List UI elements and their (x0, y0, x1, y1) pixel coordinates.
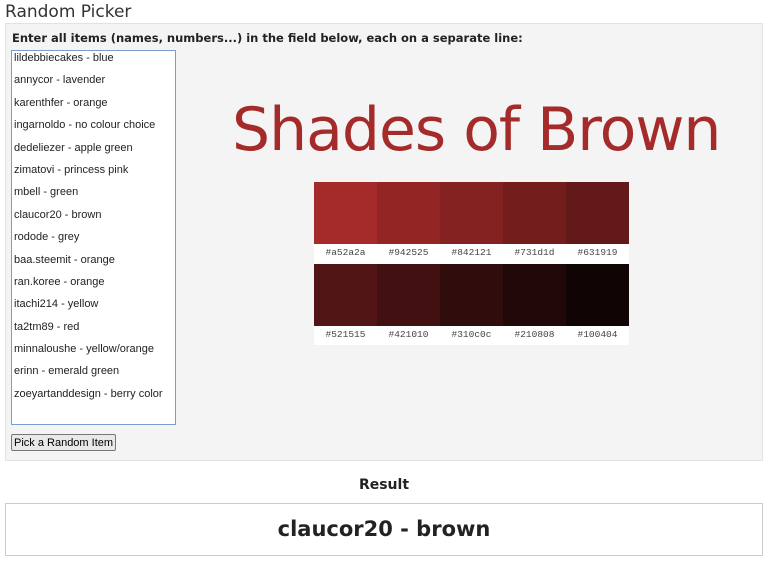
swatch: #631919 (566, 182, 629, 262)
swatch-hex: #100404 (577, 329, 618, 340)
swatch-color (440, 264, 503, 326)
swatch: #210808 (503, 264, 566, 344)
item-line: dedeliezer - apple green (14, 141, 133, 154)
swatch-hex: #731d1d (514, 247, 555, 258)
item-line: ingarnoldo - no colour choice (14, 119, 156, 132)
item-line: itachi214 - yellow (14, 298, 99, 311)
instructions-label: Enter all items (names, numbers...) in t… (12, 31, 523, 45)
result-label: Result (358, 477, 410, 493)
swatch-hex: #421010 (388, 329, 429, 340)
swatch-color (377, 182, 440, 244)
item-line: zimatovi - princess pink (14, 163, 129, 176)
image-heading: Shades of Brown (232, 95, 721, 165)
item-line: claucor20 - brown (14, 208, 102, 221)
item-line: zoeyartanddesign - berry color (14, 387, 163, 400)
swatch-color (314, 264, 377, 326)
item-line: ran.koree - orange (14, 275, 105, 288)
swatch: #310c0c (440, 264, 503, 344)
swatch-color (503, 264, 566, 326)
item-line: annycor - lavender (14, 74, 106, 87)
item-line: baa.steemit - orange (14, 253, 115, 266)
swatch: #421010 (377, 264, 440, 344)
swatch-color (566, 264, 629, 326)
item-line: rodode - grey (14, 231, 80, 244)
color-swatches: #a52a2a #942525 #842121 #731d1d #631919 #5215… (314, 182, 629, 345)
swatch-hex: #942525 (388, 247, 429, 258)
swatch-row: #a52a2a #942525 #842121 #731d1d #631919 (314, 182, 629, 262)
swatch: #942525 (377, 182, 440, 262)
swatch-color (377, 264, 440, 326)
item-line: karenthfer - orange (14, 96, 108, 109)
item-line: mbell - green (14, 186, 79, 199)
swatch: #a52a2a (314, 182, 377, 262)
swatch-hex: #842121 (451, 247, 492, 258)
item-line: lildebbiecakes - blue (14, 52, 114, 64)
swatch: #521515 (314, 264, 377, 344)
swatch-hex: #310c0c (451, 329, 492, 340)
swatch-hex: #a52a2a (325, 247, 366, 258)
swatch-hex: #521515 (325, 329, 366, 340)
swatch: #731d1d (503, 182, 566, 262)
pick-random-button[interactable]: Pick a Random Item (11, 434, 117, 451)
swatch-color (503, 182, 566, 244)
swatch-hex: #631919 (577, 247, 618, 258)
swatch-hex: #210808 (514, 329, 555, 340)
swatch: #100404 (566, 264, 629, 344)
item-line: minnaloushe - yellow/orange (14, 343, 155, 356)
swatch-color (566, 182, 629, 244)
result-box: claucor20 - brown (5, 503, 763, 556)
item-line: ta2tm89 - red (14, 320, 80, 333)
swatch-color (440, 182, 503, 244)
items-textarea[interactable]: lildebbiecakes - blue annycor - lavender k… (11, 50, 176, 425)
item-line: erinn - emerald green (14, 365, 120, 378)
page-title: Random Picker (5, 2, 132, 22)
swatch-row: #521515 #421010 #310c0c #210808 #100404 (314, 264, 629, 344)
swatch: #842121 (440, 182, 503, 262)
swatch-color (314, 182, 377, 244)
